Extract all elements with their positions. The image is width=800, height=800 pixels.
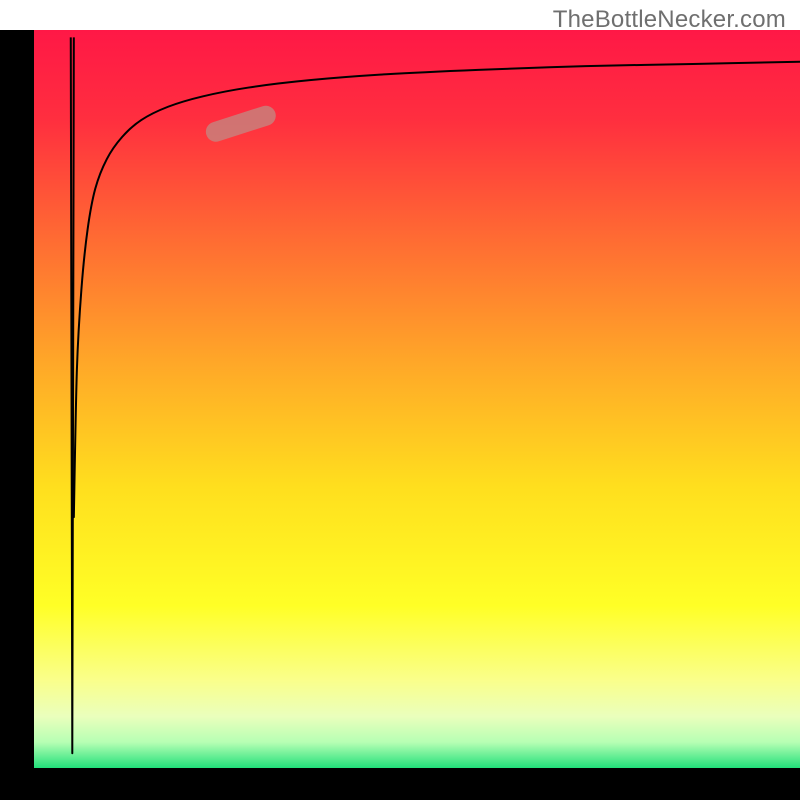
chart-svg [0,0,800,800]
y-axis-bar [0,30,34,768]
plot-background [34,30,800,768]
chart-stage: TheBottleNecker.com [0,0,800,800]
x-axis-bar [0,768,800,800]
watermark-text: TheBottleNecker.com [553,6,786,34]
